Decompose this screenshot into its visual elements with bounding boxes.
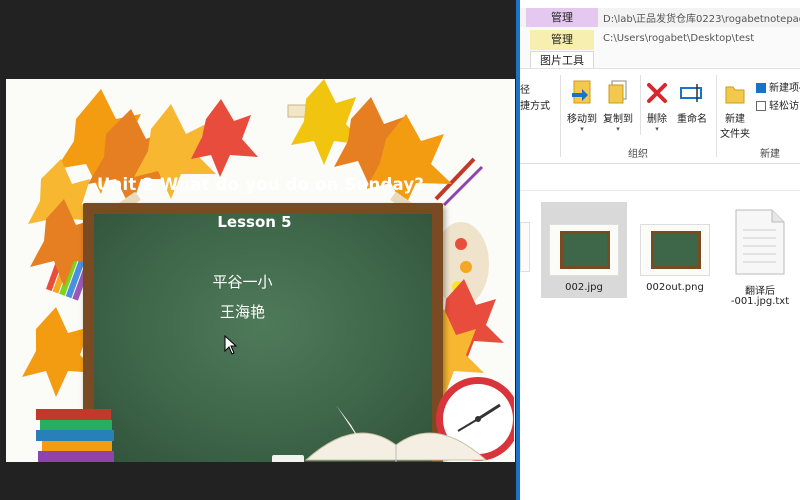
slide-lesson: Lesson 5 bbox=[217, 213, 292, 231]
easy-access-label: 轻松访 bbox=[769, 101, 799, 112]
move-to-icon bbox=[572, 80, 591, 104]
window-path: C:\Users\rogabet\Desktop\test bbox=[603, 33, 755, 44]
address-area bbox=[520, 165, 800, 191]
move-to-label: 移动到 bbox=[567, 114, 597, 125]
new-folder-label-2: 文件夹 bbox=[720, 129, 750, 140]
file-name: 002.jpg bbox=[565, 282, 603, 293]
new-item-label: 新建项 bbox=[769, 83, 799, 94]
file-thumbnail-partial[interactable] bbox=[520, 222, 530, 272]
tab-picture-tools[interactable]: 图片工具 bbox=[530, 51, 594, 68]
file-item[interactable]: 翻译后 -001.jpg.txt bbox=[720, 202, 800, 312]
ribbon-partial-path[interactable]: 径 bbox=[520, 81, 530, 96]
image-viewer: Unit 2 What do you do on Sunday? Lesson … bbox=[0, 0, 520, 500]
file-thumbnail bbox=[640, 224, 710, 276]
group-organize: 组织 bbox=[628, 149, 648, 160]
file-list: 002.jpg 002out.png 翻译后 -001.jpg.txt bbox=[520, 192, 800, 500]
ribbon-partial-top: 径 bbox=[520, 85, 530, 96]
new-item-icon bbox=[756, 83, 766, 93]
file-explorer: 管理 D:\lab\正品发货仓库0223\rogabetnotepad 管理 图… bbox=[520, 0, 800, 500]
slide-teacher: 王海艳 bbox=[219, 303, 265, 321]
books-icon bbox=[36, 409, 114, 462]
copy-to-icon bbox=[608, 80, 627, 104]
slide-school: 平谷一小 bbox=[212, 273, 273, 291]
text-file-icon bbox=[735, 209, 785, 275]
rename-label: 重命名 bbox=[677, 114, 707, 125]
new-item-button[interactable]: 新建项▾ bbox=[756, 79, 800, 94]
ribbon-partial-shortcut[interactable]: 捷方式 bbox=[520, 97, 550, 112]
new-folder-icon bbox=[725, 86, 745, 104]
ribbon: 径 捷方式 移动到 ▾ 复制到 ▾ 删除 ▾ 重命名 组织 新建 文件夹 新建项… bbox=[520, 69, 800, 164]
ribbon-separator bbox=[640, 75, 641, 135]
easy-access-icon bbox=[756, 101, 766, 111]
ribbon-separator bbox=[716, 75, 717, 157]
tab-manage-top[interactable]: 管理 bbox=[526, 8, 598, 27]
new-folder-label-1: 新建 bbox=[725, 114, 745, 125]
rename-icon bbox=[680, 84, 702, 102]
open-book-icon bbox=[304, 405, 488, 462]
slide-image: Unit 2 What do you do on Sunday? Lesson … bbox=[6, 79, 515, 462]
delete-label: 删除 bbox=[647, 114, 667, 125]
file-name: 002out.png bbox=[646, 282, 704, 293]
ribbon-partial-bottom: 捷方式 bbox=[520, 101, 550, 112]
file-item[interactable]: 002.jpg bbox=[541, 202, 627, 298]
copy-to-label: 复制到 bbox=[603, 114, 633, 125]
file-name-line-2: -001.jpg.txt bbox=[730, 296, 790, 307]
new-folder-button[interactable]: 新建 文件夹 bbox=[718, 79, 752, 140]
file-thumbnail bbox=[549, 224, 619, 276]
group-new: 新建 bbox=[760, 149, 780, 160]
mouse-cursor-icon bbox=[224, 335, 238, 355]
delete-button[interactable]: 删除 ▾ bbox=[642, 79, 672, 133]
tab-manage[interactable]: 管理 bbox=[530, 30, 594, 50]
slide-title: Unit 2 What do you do on Sunday? bbox=[96, 175, 425, 194]
file-name-line-1: 翻译后 bbox=[745, 286, 775, 297]
ribbon-separator bbox=[560, 75, 561, 157]
file-item[interactable]: 002out.png bbox=[632, 202, 718, 298]
move-to-button[interactable]: 移动到 ▾ bbox=[564, 79, 600, 133]
copy-to-button[interactable]: 复制到 ▾ bbox=[600, 79, 636, 133]
easy-access-button[interactable]: 轻松访 bbox=[756, 97, 799, 112]
path-top: D:\lab\正品发货仓库0223\rogabetnotepad bbox=[603, 14, 800, 25]
delete-icon bbox=[647, 83, 667, 103]
rename-button[interactable]: 重命名 bbox=[674, 79, 710, 125]
